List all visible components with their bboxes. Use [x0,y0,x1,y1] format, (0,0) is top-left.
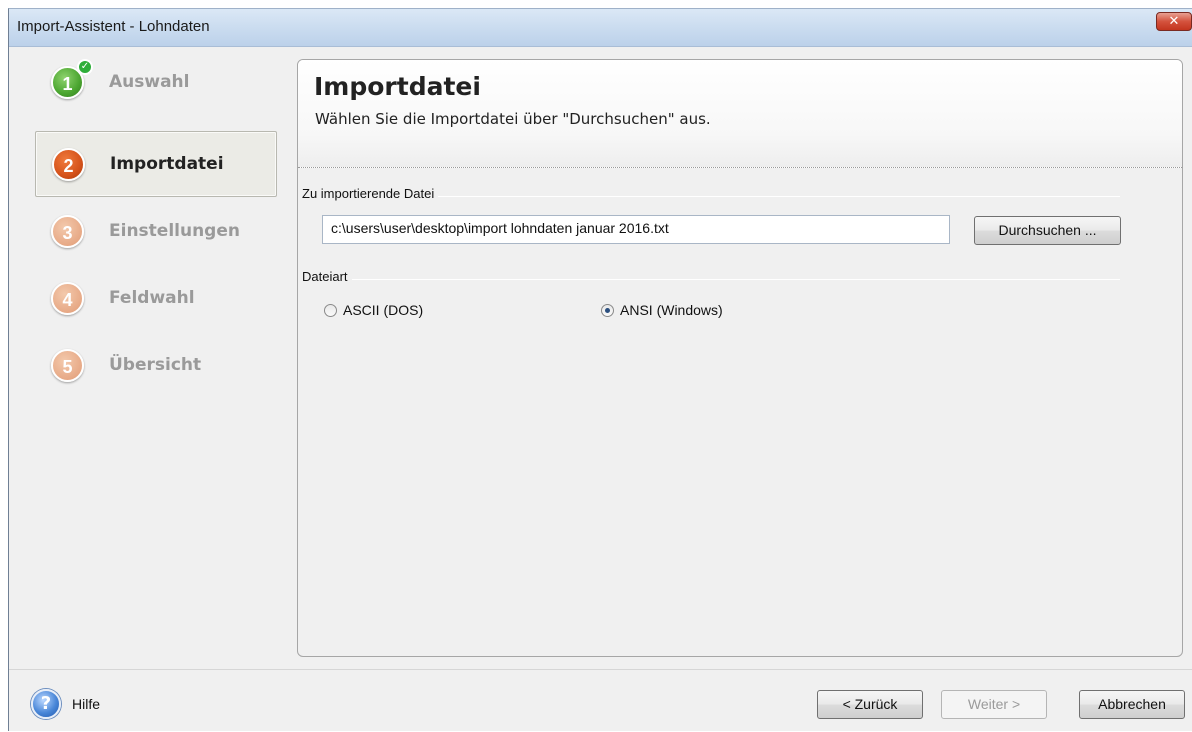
radio-button[interactable] [324,304,337,317]
step-number-2: 2 [52,148,85,181]
file-group-label: Zu importierende Datei [302,186,439,201]
step-feldwahl[interactable]: 4 Feldwahl [35,266,277,332]
title-bar: Import-Assistent - Lohndaten ✕ [9,9,1192,47]
filetype-group-divider [308,279,1120,280]
step-auswahl[interactable]: 1 ✓ Auswahl [35,50,277,116]
page-subtitle: Wählen Sie die Importdatei über "Durchsu… [315,110,711,128]
radio-label-ascii: ASCII (DOS) [343,302,424,318]
window-title: Import-Assistent - Lohndaten [17,18,210,35]
step-einstellungen[interactable]: 3 Einstellungen [35,199,277,265]
radio-ascii[interactable]: ASCII (DOS) [324,302,423,318]
step-label: Feldwahl [109,288,195,308]
file-path-input[interactable]: c:\users\user\desktop\import lohndaten j… [322,215,950,244]
step-label: Übersicht [109,355,202,375]
next-button[interactable]: Weiter > [941,690,1047,719]
panel-header: Importdatei Wählen Sie die Importdatei ü… [298,60,1182,168]
import-wizard-window: Import-Assistent - Lohndaten ✕ 1 ✓ Auswa… [8,8,1192,731]
content-panel: Importdatei Wählen Sie die Importdatei ü… [297,59,1183,657]
radio-button-selected[interactable] [601,304,614,317]
wizard-steps: 1 ✓ Auswahl 2 Importdatei 3 Einstellunge… [9,47,289,667]
help-label[interactable]: Hilfe [72,696,100,712]
page-title: Importdatei [314,72,481,101]
help-icon[interactable]: ? [31,689,61,719]
filetype-group-label: Dateiart [302,269,352,284]
step-number-3: 3 [51,215,84,248]
radio-label-ansi: ANSI (Windows) [620,302,723,318]
radio-ansi[interactable]: ANSI (Windows) [601,302,723,318]
step-number-4: 4 [51,282,84,315]
back-button[interactable]: < Zurück [817,690,923,719]
step-label: Importdatei [110,154,224,174]
wizard-footer: ? Hilfe < Zurück Weiter > Abbrechen [9,669,1192,732]
step-importdatei[interactable]: 2 Importdatei [35,131,277,197]
cancel-button[interactable]: Abbrechen [1079,690,1185,719]
step-uebersicht[interactable]: 5 Übersicht [35,333,277,399]
checkmark-icon: ✓ [77,59,93,75]
close-button[interactable]: ✕ [1156,12,1192,31]
step-label: Auswahl [109,72,190,92]
browse-button[interactable]: Durchsuchen ... [974,216,1121,245]
step-label: Einstellungen [109,221,240,241]
step-number-5: 5 [51,349,84,382]
